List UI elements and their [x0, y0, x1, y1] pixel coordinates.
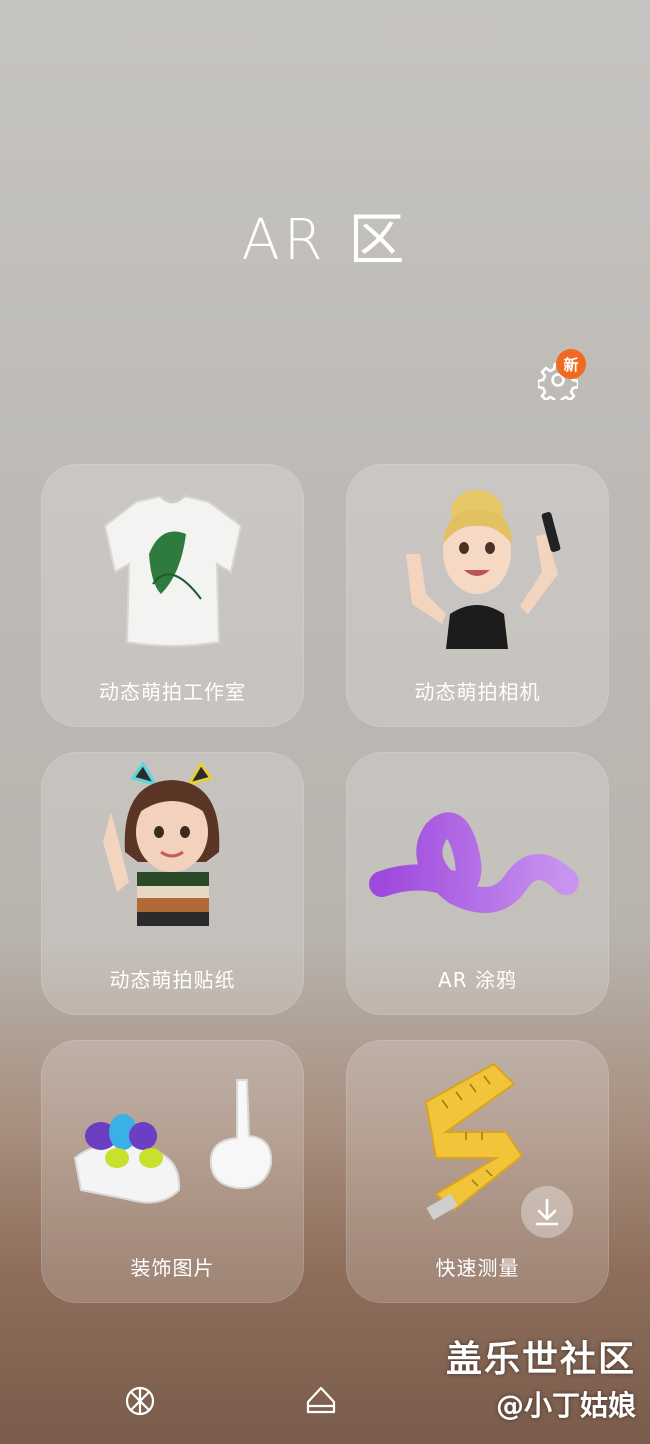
ar-doodle-icon	[369, 812, 579, 913]
tshirt-icon	[103, 494, 243, 647]
watermark-line1: 盖乐世社区	[445, 1339, 636, 1380]
watermark-line2: @小丁姑娘	[495, 1389, 636, 1422]
deco-picture-icon	[73, 1079, 273, 1204]
page-title: AR 区	[241, 208, 409, 273]
card-label: 动态萌拍贴纸	[109, 968, 236, 992]
card-label: 动态萌拍工作室	[99, 680, 246, 704]
card-label: AR 涂鸦	[438, 968, 517, 992]
card-sticker[interactable]: 动态萌拍贴纸	[41, 752, 304, 1015]
nav-shape[interactable]	[304, 1384, 338, 1418]
card-label: 动态萌拍相机	[414, 680, 541, 704]
aperture-icon	[125, 1386, 155, 1416]
avatar-selfie-icon	[406, 490, 561, 649]
shape-icon	[306, 1386, 336, 1414]
card-deco-picture[interactable]: 装饰图片	[41, 1040, 304, 1303]
card-quick-measure[interactable]: 快速测量	[346, 1040, 609, 1303]
card-label: 装饰图片	[130, 1256, 215, 1280]
nav-aperture[interactable]	[123, 1384, 157, 1418]
card-ar-doodle[interactable]: AR 涂鸦	[346, 752, 609, 1015]
watermark: 盖乐世社区 @小丁姑娘	[446, 1330, 636, 1424]
card-studio[interactable]: 动态萌拍工作室	[41, 464, 304, 727]
card-camera[interactable]: 动态萌拍相机	[346, 464, 609, 727]
card-label: 快速测量	[435, 1256, 520, 1280]
new-badge: 新	[556, 349, 586, 379]
download-icon	[535, 1198, 559, 1226]
download-button[interactable]	[521, 1186, 573, 1238]
avatar-sticker-icon	[103, 761, 220, 926]
